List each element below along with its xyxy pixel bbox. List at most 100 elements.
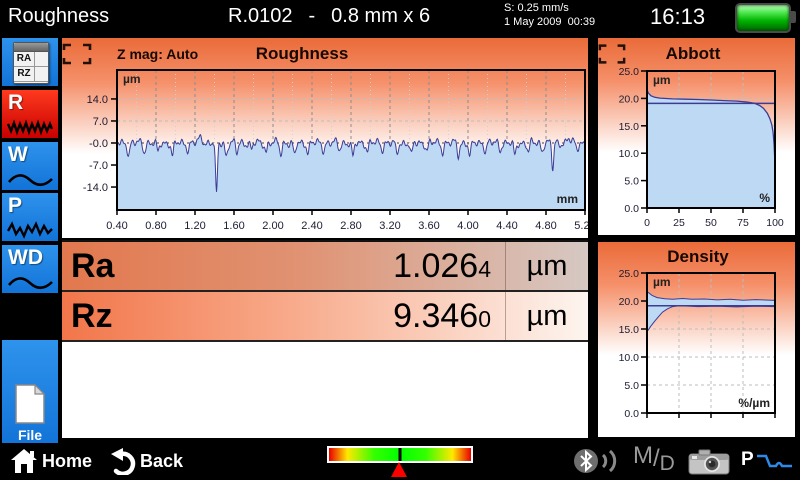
separator-dash: -: [309, 5, 316, 28]
home-icon: [10, 447, 38, 475]
svg-text:7.0: 7.0: [93, 116, 108, 128]
svg-text:25: 25: [673, 217, 685, 229]
manual-data-toggle[interactable]: M/D: [633, 445, 675, 473]
svg-text:75: 75: [737, 217, 749, 229]
density-panel: 25.020.015.010.05.00.0µm%/µm Density: [598, 242, 795, 437]
svg-text:mm: mm: [557, 192, 578, 206]
home-button[interactable]: Home: [10, 447, 92, 475]
clock: 16:13: [650, 4, 705, 30]
back-label: Back: [140, 451, 183, 472]
icon-row1-label: RA: [14, 52, 35, 66]
rough-wave-icon: [7, 118, 53, 136]
svg-text:1.20: 1.20: [184, 220, 205, 232]
program-id: R.0102: [228, 5, 293, 28]
smooth-wave-icon: [7, 170, 53, 188]
datetime-readout: 1 May 2009 00:39: [504, 16, 595, 28]
parameter-value: 1.0264: [191, 247, 491, 286]
probe-position-level-bar[interactable]: [327, 446, 473, 463]
sidebar-item-label: WD: [8, 246, 43, 270]
svg-text:0.40: 0.40: [106, 220, 127, 232]
chart-title: Abbott: [628, 44, 758, 64]
svg-text:14.0: 14.0: [87, 94, 108, 106]
icon-row2-label: RZ: [14, 67, 35, 81]
file-document-icon: [13, 383, 47, 425]
value-extra-digit: 4: [478, 256, 491, 282]
file-button-label: File: [18, 427, 42, 443]
home-label: Home: [42, 451, 92, 472]
svg-text:1.60: 1.60: [223, 220, 244, 232]
roughness-profile-panel: 0.400.801.201.602.002.402.803.203.604.00…: [62, 38, 588, 238]
parameter-value: 9.3460: [191, 297, 491, 336]
svg-text:50: 50: [705, 217, 717, 229]
speed-readout: S: 0.25 mm/s: [504, 2, 569, 14]
parameter-unit: µm: [505, 292, 588, 340]
chart-title: Density: [628, 247, 768, 267]
svg-text:µm: µm: [123, 72, 141, 86]
back-arrow-icon: [108, 447, 136, 475]
fullscreen-bracket-icon[interactable]: [598, 43, 626, 65]
svg-text:0: 0: [644, 217, 650, 229]
measurement-settings: R.0102 - 0.8 mm x 6: [228, 5, 430, 28]
svg-text:2.80: 2.80: [340, 220, 361, 232]
results-table-icon: RA RZ: [13, 42, 49, 84]
svg-text:20.0: 20.0: [619, 296, 640, 308]
abbott-curve-panel: 25.0 20.0 15.0 10.0 5.0 0.0 0 25 50 75 100 µm% Abbo…: [598, 38, 795, 235]
page-title: Roughness: [8, 5, 109, 28]
chart-title: Roughness: [202, 44, 402, 64]
svg-text:2.00: 2.00: [262, 220, 283, 232]
sidebar-item-results-table[interactable]: RA RZ: [2, 38, 58, 86]
result-row-ra[interactable]: Ra 1.0264 µm: [62, 242, 588, 292]
sidebar-item-roughness[interactable]: R: [2, 90, 58, 138]
svg-text:15.0: 15.0: [619, 121, 640, 133]
svg-text:20.0: 20.0: [619, 93, 640, 105]
svg-text:2.40: 2.40: [301, 220, 322, 232]
z-mag-setting[interactable]: Z mag: Auto: [117, 46, 198, 62]
svg-text:µm: µm: [653, 275, 671, 289]
fullscreen-bracket-icon[interactable]: [62, 43, 92, 65]
primary-wave-icon: [7, 221, 53, 239]
svg-text:-7.0: -7.0: [89, 160, 108, 172]
value-extra-digit: 0: [478, 306, 491, 332]
smooth-wave-icon: [7, 273, 53, 291]
svg-text:100: 100: [766, 217, 784, 229]
sidebar-item-wd[interactable]: WD: [2, 245, 58, 293]
parameter-name: Ra: [62, 247, 191, 286]
parameter-name: Rz: [62, 297, 191, 336]
svg-text:10.0: 10.0: [619, 352, 640, 364]
bluetooth-icon[interactable]: [572, 446, 628, 476]
sidebar-item-primary[interactable]: P: [2, 193, 58, 241]
probe-position-pointer: [391, 462, 407, 477]
svg-text:-0.0: -0.0: [89, 138, 108, 150]
sidebar-item-label: R: [8, 91, 23, 115]
top-bar: Roughness R.0102 - 0.8 mm x 6 S: 0.25 mm…: [0, 0, 800, 33]
svg-text:µm: µm: [653, 73, 671, 87]
camera-icon[interactable]: [688, 447, 730, 475]
back-button[interactable]: Back: [108, 447, 183, 475]
svg-text:10.0: 10.0: [619, 148, 640, 160]
roughness-profile-chart: 0.400.801.201.602.002.402.803.203.604.00…: [62, 38, 588, 238]
battery-icon: [735, 3, 791, 33]
svg-text:4.40: 4.40: [496, 220, 517, 232]
svg-text:%/µm: %/µm: [738, 396, 770, 410]
svg-text:25.0: 25.0: [619, 66, 640, 78]
svg-text:3.20: 3.20: [379, 220, 400, 232]
profile-mode-label: P: [741, 449, 754, 471]
abbott-curve-chart: 25.0 20.0 15.0 10.0 5.0 0.0 0 25 50 75 100 µm%: [598, 38, 795, 235]
sidebar-item-waviness[interactable]: W: [2, 142, 58, 190]
svg-text:0.0: 0.0: [624, 203, 639, 215]
bottom-bar: Home Back M/D P: [0, 443, 800, 480]
parameter-unit: µm: [505, 242, 588, 290]
svg-text:5.0: 5.0: [624, 380, 639, 392]
svg-text:5.0: 5.0: [624, 176, 639, 188]
svg-text:4.80: 4.80: [535, 220, 556, 232]
sidebar-item-label: P: [8, 194, 22, 218]
profile-trace-icon[interactable]: [756, 453, 794, 471]
results-table: Ra 1.0264 µm Rz 9.3460 µm: [62, 240, 588, 438]
svg-text:0.0: 0.0: [624, 408, 639, 420]
svg-text:0.80: 0.80: [145, 220, 166, 232]
svg-text:%: %: [759, 191, 770, 205]
sidebar-item-file[interactable]: File: [2, 340, 58, 446]
result-row-rz[interactable]: Rz 9.3460 µm: [62, 292, 588, 342]
svg-text:4.00: 4.00: [457, 220, 478, 232]
svg-text:5.20: 5.20: [574, 220, 588, 232]
